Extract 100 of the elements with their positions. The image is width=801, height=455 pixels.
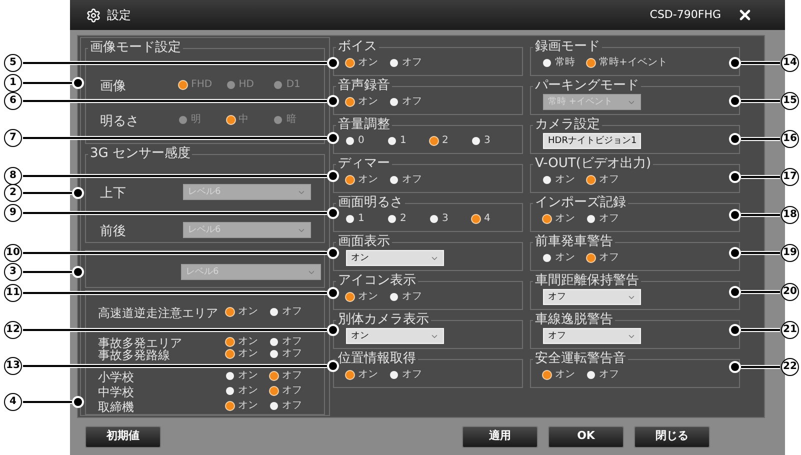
radio-button[interactable] — [270, 338, 278, 346]
radio-button[interactable] — [226, 386, 234, 394]
radio-button[interactable] — [587, 176, 595, 184]
radio-button[interactable] — [226, 372, 234, 380]
callout-number: 22 — [781, 358, 799, 376]
dialog-button[interactable]: OK — [548, 426, 624, 448]
radio-label: オフ — [599, 174, 619, 186]
group-title: 音声録音 — [337, 78, 391, 94]
radio-label: オフ — [402, 369, 422, 381]
dialog-button[interactable]: 閉じる — [634, 426, 710, 448]
radio-button[interactable] — [430, 137, 438, 145]
radio-button[interactable] — [390, 98, 398, 106]
setting-label: 明るさ — [100, 114, 139, 129]
radio-label: オン — [238, 348, 258, 360]
group-title: インポーズ記録 — [534, 195, 627, 211]
radio-button[interactable] — [472, 215, 480, 223]
radio-button[interactable] — [226, 350, 234, 358]
group-title: 車線逸脱警告 — [534, 312, 614, 328]
radio-button[interactable] — [543, 59, 551, 67]
radio-button[interactable] — [270, 402, 278, 410]
radio-button[interactable] — [270, 308, 278, 316]
radio-label: オフ — [282, 400, 302, 412]
radio-label: 0 — [358, 135, 364, 147]
model-name: CSD-790FHG — [650, 6, 721, 23]
callout-number: 20 — [781, 283, 799, 301]
callout-number: 9 — [4, 204, 22, 222]
radio-button[interactable] — [346, 137, 354, 145]
setting-label: 高速道逆走注意エリア — [98, 306, 218, 320]
radio-label: 3 — [442, 213, 448, 225]
group-title: V-OUT(ビデオ出力) — [534, 156, 652, 172]
radio-button[interactable] — [543, 176, 551, 184]
dropdown[interactable]: HDRナイトビジョン1 — [543, 133, 641, 149]
radio-button[interactable] — [270, 350, 278, 358]
callout-number: 18 — [781, 206, 799, 224]
group-title: アイコン表示 — [337, 273, 417, 289]
radio-button[interactable] — [390, 176, 398, 184]
callout-number: 17 — [781, 168, 799, 186]
radio-label: オン — [238, 336, 258, 348]
dropdown[interactable]: オフ — [543, 289, 641, 305]
radio-label: オフ — [402, 291, 422, 303]
dialog-button[interactable]: 初期値 — [85, 426, 161, 448]
radio-label: オン — [238, 384, 258, 396]
dropdown[interactable]: オフ — [543, 328, 641, 344]
radio-button[interactable] — [270, 372, 278, 380]
dropdown[interactable]: オン — [346, 328, 444, 344]
callout-number: 12 — [4, 321, 22, 339]
window-title: 設定 — [107, 7, 131, 24]
radio-button[interactable] — [587, 371, 595, 379]
radio-button[interactable] — [390, 293, 398, 301]
callout-number: 16 — [781, 130, 799, 148]
radio-label: オン — [555, 369, 575, 381]
group-title: 安全運転警告音 — [534, 351, 627, 367]
radio-button[interactable] — [430, 215, 438, 223]
radio-label: D1 — [286, 79, 300, 91]
radio-button[interactable] — [390, 59, 398, 67]
setting-label: 取締機 — [98, 400, 134, 414]
radio-button[interactable] — [543, 371, 551, 379]
radio-button[interactable] — [587, 254, 595, 262]
radio-button[interactable] — [388, 137, 396, 145]
radio-label: オン — [358, 369, 378, 381]
radio-button[interactable] — [587, 59, 595, 67]
radio-button[interactable] — [226, 308, 234, 316]
radio-button[interactable] — [346, 371, 354, 379]
radio-button[interactable] — [226, 338, 234, 346]
group-title: 録画モード — [534, 39, 601, 55]
group-title: ディマー — [337, 156, 391, 172]
dialog-button[interactable]: 適用 — [462, 426, 538, 448]
radio-label: オン — [358, 96, 378, 108]
callout-number: 15 — [781, 92, 799, 110]
group-title: パーキングモード — [534, 78, 640, 94]
radio-label: オン — [238, 370, 258, 382]
setting-label: 中学校 — [98, 384, 134, 398]
group-title: 前車発車警告 — [534, 234, 614, 250]
radio-button[interactable] — [388, 215, 396, 223]
callout-number: 19 — [781, 244, 799, 262]
radio-button[interactable] — [270, 386, 278, 394]
radio-button[interactable] — [587, 215, 595, 223]
radio-button[interactable] — [543, 215, 551, 223]
radio-button[interactable] — [346, 293, 354, 301]
radio-label: 3 — [484, 135, 490, 147]
radio-button[interactable] — [346, 59, 354, 67]
callout-number: 14 — [781, 54, 799, 72]
radio-label: オフ — [282, 384, 302, 396]
radio-button[interactable] — [346, 98, 354, 106]
radio-button[interactable] — [472, 137, 480, 145]
group-title: 位置情報取得 — [337, 351, 417, 367]
callout-number: 21 — [781, 321, 799, 339]
callout-number: 11 — [4, 284, 22, 302]
dropdown[interactable]: オン — [346, 250, 444, 266]
radio-button[interactable] — [346, 176, 354, 184]
radio-label: オン — [555, 213, 575, 225]
radio-button[interactable] — [543, 254, 551, 262]
setting-label: 上下 — [100, 186, 126, 201]
callout-number: 5 — [4, 54, 22, 72]
radio-button[interactable] — [226, 402, 234, 410]
radio-label: オフ — [402, 96, 422, 108]
radio-button[interactable] — [390, 371, 398, 379]
close-icon[interactable] — [737, 7, 753, 23]
radio-button[interactable] — [346, 215, 354, 223]
radio-label: オン — [358, 291, 378, 303]
